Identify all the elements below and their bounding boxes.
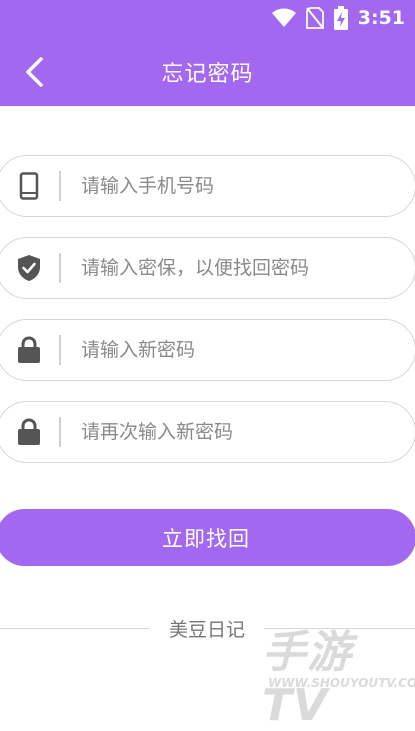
page-title: 忘记密码 <box>161 62 254 87</box>
confirm-password-input[interactable] <box>79 420 383 444</box>
app-header: 3:51 忘记密码 <box>0 0 415 106</box>
status-bar: 3:51 <box>271 4 405 32</box>
shield-check-icon <box>15 254 43 282</box>
no-sim-icon <box>305 7 324 29</box>
field-divider <box>59 417 61 447</box>
new-password-field[interactable] <box>0 319 415 381</box>
phone-icon <box>15 172 43 200</box>
phone-input[interactable] <box>79 174 383 198</box>
recover-button[interactable]: 立即找回 <box>0 509 415 566</box>
footer-app-name: 美豆日记 <box>168 619 245 641</box>
new-password-input[interactable] <box>79 338 383 362</box>
wifi-icon <box>271 8 296 27</box>
status-time: 3:51 <box>357 7 405 29</box>
lock-icon <box>15 418 43 446</box>
watermark-url: WWW.SHOUYOUTV.COM <box>268 676 415 690</box>
footer-divider-left <box>0 628 150 629</box>
watermark-logo: 手游TV WWW.SHOUYOUTV.COM <box>262 616 415 731</box>
phone-field[interactable] <box>0 155 415 217</box>
confirm-password-field[interactable] <box>0 401 415 463</box>
security-input[interactable] <box>79 256 383 280</box>
field-divider <box>59 335 61 365</box>
battery-charging-icon <box>333 6 348 30</box>
security-field[interactable] <box>0 237 415 299</box>
field-divider <box>59 253 61 283</box>
lock-icon <box>15 336 43 364</box>
field-divider <box>59 171 61 201</box>
